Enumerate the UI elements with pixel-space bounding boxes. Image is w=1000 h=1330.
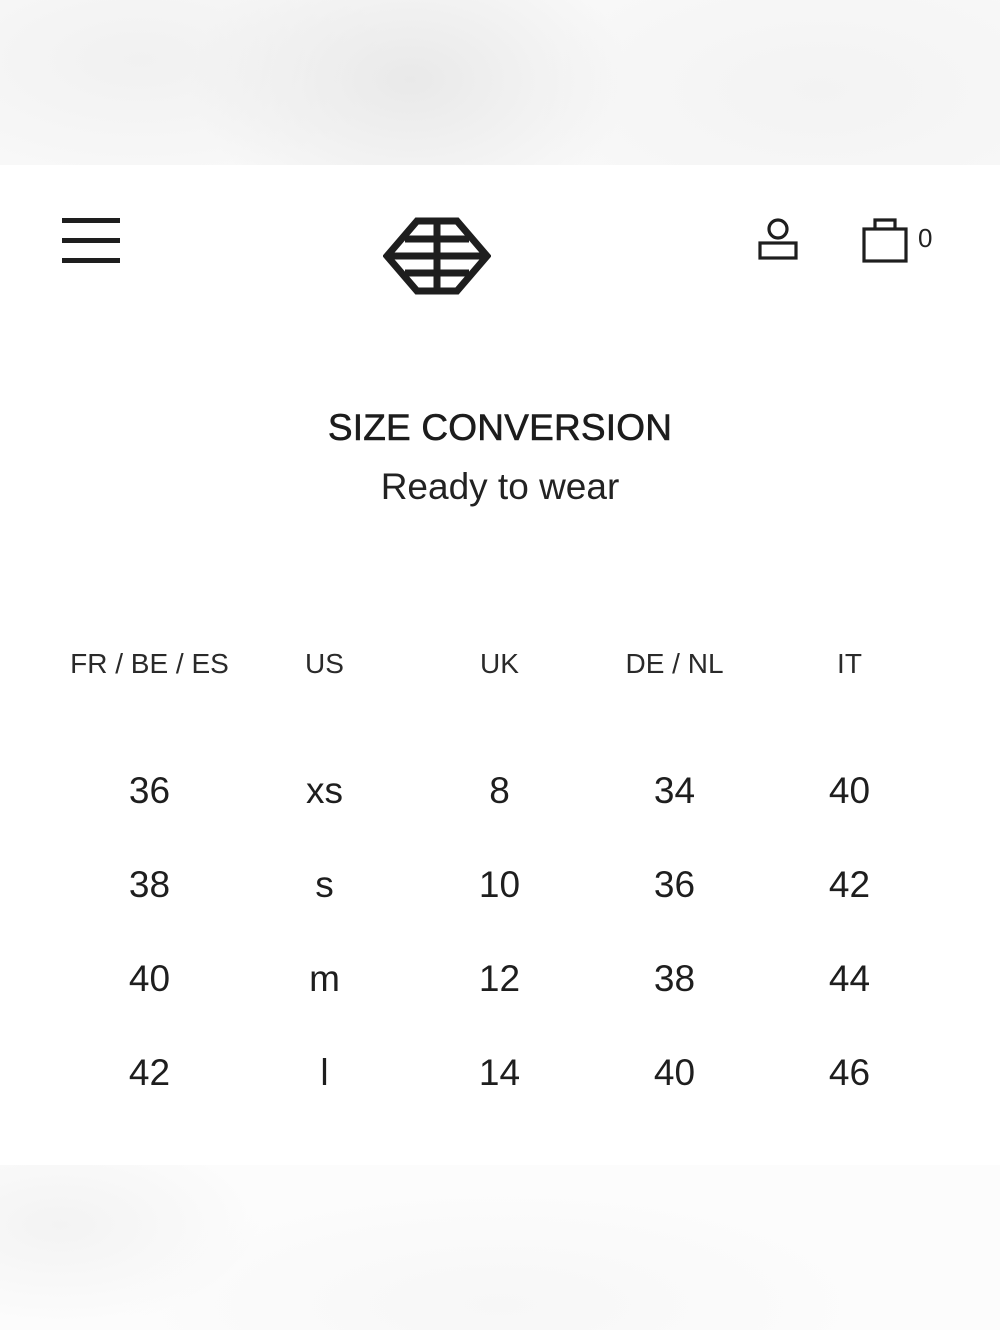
table-row: 40 m 12 38 44 <box>62 958 938 1008</box>
table-cell: 14 <box>478 1052 521 1093</box>
table-cell: 40 <box>128 958 171 999</box>
column-header-uk: UK <box>480 648 519 679</box>
page-title: SIZE CONVERSION <box>327 407 673 449</box>
cart-button[interactable]: 0 <box>860 217 940 265</box>
site-header: 0 <box>0 165 1000 325</box>
table-cell: 46 <box>828 1052 871 1093</box>
table-cell: 44 <box>828 958 871 999</box>
column-header-de-nl: DE / NL <box>625 648 724 679</box>
table-row: 36 xs 8 34 40 <box>62 770 938 820</box>
table-cell: 12 <box>478 958 521 999</box>
table-cell: 36 <box>128 770 171 811</box>
shopping-bag-icon <box>862 218 908 263</box>
page-subtitle: Ready to wear <box>380 466 620 507</box>
table-cell: 36 <box>653 864 696 905</box>
table-cell: 34 <box>653 770 696 811</box>
bottom-image-strip <box>0 1165 1000 1330</box>
table-row: 42 l 14 40 46 <box>62 1052 938 1102</box>
table-cell: s <box>315 864 334 905</box>
hamburger-menu-icon[interactable] <box>62 218 120 264</box>
cart-count-badge: 0 <box>918 223 933 253</box>
table-cell: 8 <box>489 770 510 811</box>
column-header-us: US <box>305 648 344 679</box>
table-cell: 38 <box>128 864 171 905</box>
table-cell: xs <box>306 770 343 811</box>
column-header-it: IT <box>837 648 862 679</box>
top-image-strip <box>0 0 1000 165</box>
table-cell: m <box>309 958 340 999</box>
table-cell: 40 <box>828 770 871 811</box>
table-cell: 42 <box>828 864 871 905</box>
table-cell: 40 <box>653 1052 696 1093</box>
brand-logo-icon[interactable] <box>383 217 491 295</box>
table-row: 38 s 10 36 42 <box>62 864 938 914</box>
user-account-icon[interactable] <box>756 217 800 263</box>
table-cell: 42 <box>128 1052 171 1093</box>
table-header-row: FR / BE / ES US UK DE / NL IT <box>62 648 938 698</box>
table-cell: l <box>320 1052 329 1093</box>
column-header-fr-be-es: FR / BE / ES <box>70 648 229 679</box>
table-cell: 38 <box>653 958 696 999</box>
table-cell: 10 <box>478 864 521 905</box>
